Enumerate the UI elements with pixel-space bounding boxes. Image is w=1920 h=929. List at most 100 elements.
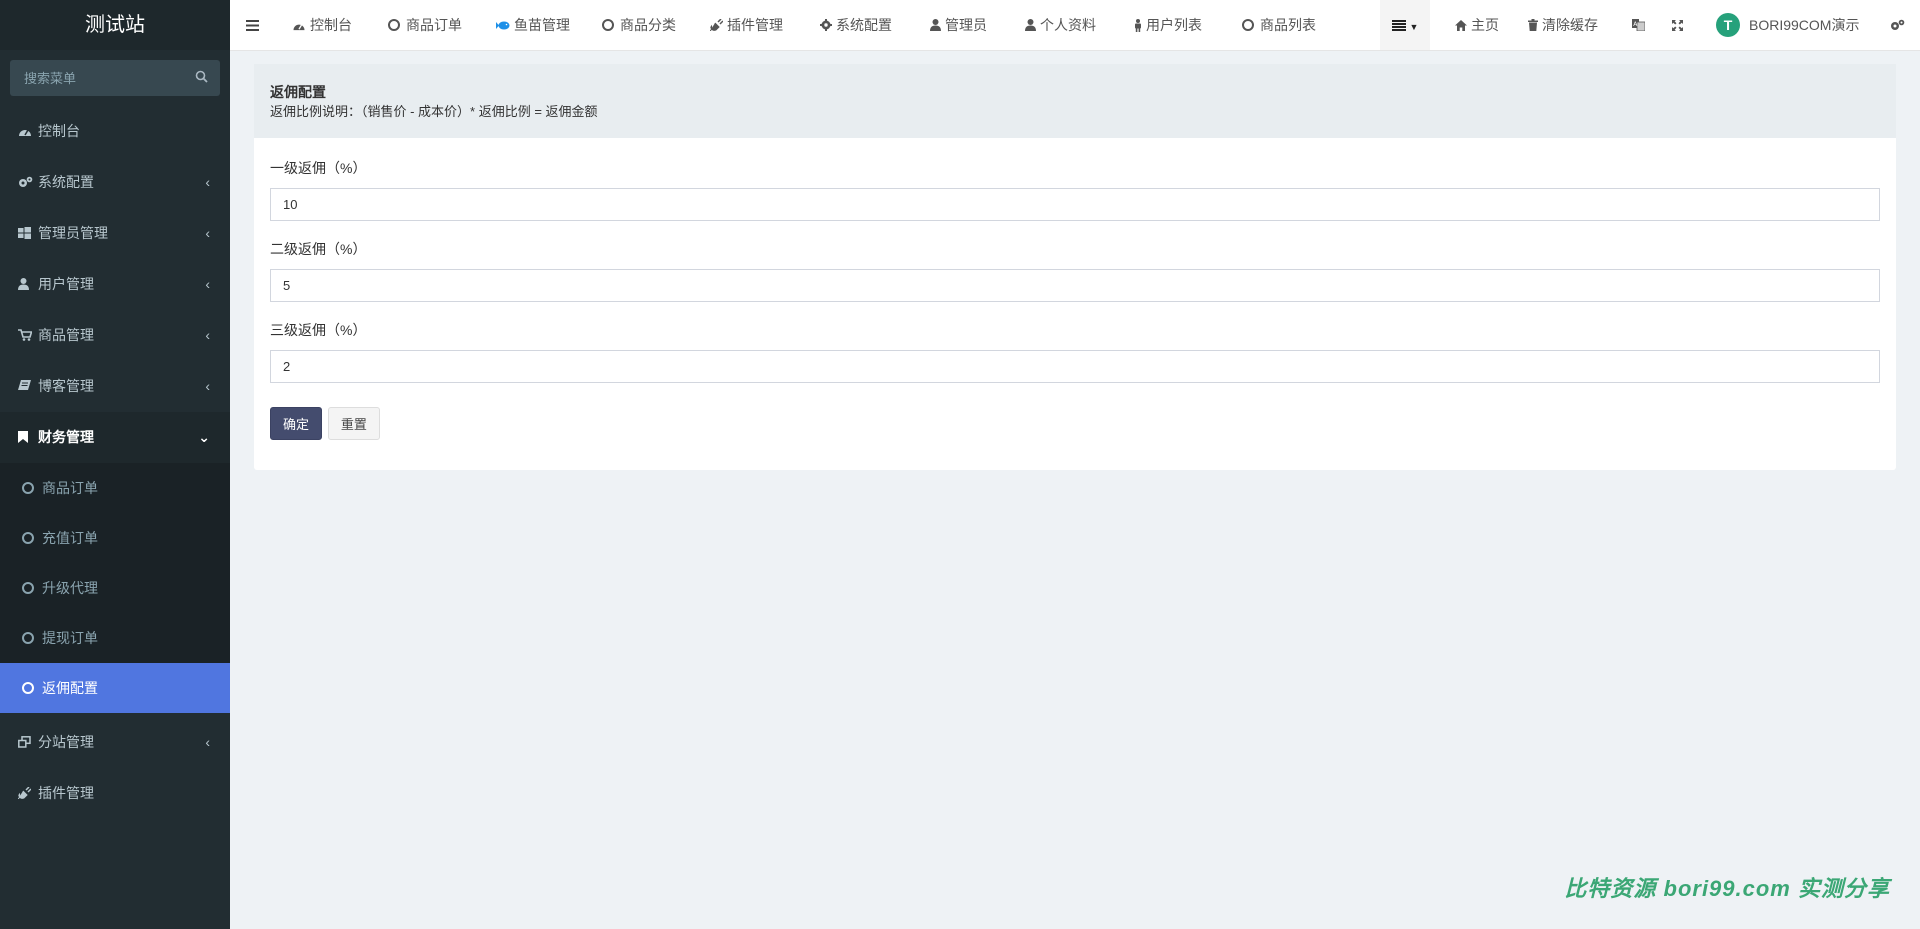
search-input[interactable] — [10, 60, 220, 96]
book-icon — [18, 362, 38, 413]
chevron-left-icon: ‹ — [205, 276, 210, 292]
circle-icon — [22, 532, 34, 545]
control-sidebar-button[interactable] — [1890, 0, 1909, 50]
level2-rebate-input[interactable] — [270, 269, 1880, 302]
search-icon[interactable] — [195, 70, 208, 86]
tab-label: 管理员 — [945, 17, 987, 33]
form-group-level3: 三级返佣（%） — [270, 320, 1880, 383]
form-group-level1: 一级返佣（%） — [270, 158, 1880, 221]
sidebar-item-label: 系统配置 — [38, 174, 94, 190]
user-menu[interactable]: T BORI99COM演示 — [1716, 0, 1859, 50]
dashboard-icon — [18, 107, 38, 158]
fullscreen-button[interactable] — [1672, 0, 1687, 50]
tab-plugin-manage[interactable]: 插件管理 — [709, 0, 783, 50]
tab-user-list[interactable]: 用户列表 — [1134, 0, 1202, 50]
main-content: 返佣配置 返佣比例说明：（销售价 - 成本价）* 返佣比例 = 返佣金额 一级返… — [254, 64, 1896, 470]
sidebar-item-finance-manage[interactable]: 财务管理 ⌄ — [0, 412, 230, 463]
tab-fish-manage[interactable]: 鱼苗管理 — [496, 0, 570, 50]
top-navbar: 控制台 商品订单 鱼苗管理 商品分类 插件管理 系统配置 管理员 个人资料 用户… — [230, 0, 1920, 51]
cart-icon — [18, 311, 38, 362]
sidebar-search — [0, 50, 230, 106]
caret-down-icon: ▼ — [1409, 22, 1419, 32]
clear-cache-button[interactable]: 清除缓存 — [1528, 0, 1598, 50]
tab-profile[interactable]: 个人资料 — [1025, 0, 1096, 50]
tab-label: 商品订单 — [406, 17, 462, 33]
sidebar-subitem-withdraw-orders[interactable]: 提现订单 — [0, 613, 230, 663]
chevron-left-icon: ‹ — [205, 225, 210, 241]
chevron-left-icon: ‹ — [205, 174, 210, 190]
tab-label: 商品列表 — [1260, 17, 1316, 33]
sidebar-toggle-button[interactable] — [246, 0, 263, 50]
sidebar-item-plugin-manage[interactable]: 插件管理 — [0, 768, 230, 819]
tab-goods-category[interactable]: 商品分类 — [602, 0, 676, 50]
translate-button[interactable]: A — [1632, 0, 1649, 50]
sidebar-item-dashboard[interactable]: 控制台 — [0, 106, 230, 157]
tab-dashboard[interactable]: 控制台 — [292, 0, 352, 50]
tab-goods-list[interactable]: 商品列表 — [1242, 0, 1316, 50]
hamburger-icon — [246, 17, 263, 33]
sidebar-subitem-goods-orders[interactable]: 商品订单 — [0, 463, 230, 513]
tab-admin[interactable]: 管理员 — [930, 0, 987, 50]
dashboard-icon — [293, 24, 305, 30]
tab-label: 个人资料 — [1040, 17, 1096, 33]
user-icon — [1025, 19, 1036, 32]
sidebar-item-substation-manage[interactable]: 分站管理 ‹ — [0, 717, 230, 768]
rebate-form: 一级返佣（%） 二级返佣（%） 三级返佣（%） 确定 重置 — [270, 158, 1880, 440]
sidebar-item-label: 商品管理 — [38, 327, 94, 343]
level2-label: 二级返佣（%） — [270, 241, 367, 257]
sidebar-subitem-label: 充值订单 — [42, 530, 98, 546]
gears-icon — [18, 158, 38, 209]
brand-title[interactable]: 测试站 — [0, 0, 230, 50]
reset-button[interactable]: 重置 — [327, 407, 380, 440]
chevron-down-icon: ⌄ — [198, 429, 210, 445]
level1-rebate-input[interactable] — [270, 188, 1880, 221]
clear-cache-label: 清除缓存 — [1542, 17, 1598, 33]
finance-submenu: 商品订单 充值订单 升级代理 提现订单 返佣配置 — [0, 463, 230, 713]
tab-label: 插件管理 — [727, 17, 783, 33]
tab-goods-orders[interactable]: 商品订单 — [388, 0, 462, 50]
tab-label: 系统配置 — [836, 17, 892, 33]
level3-rebate-input[interactable] — [270, 350, 1880, 383]
sidebar-item-system-config[interactable]: 系统配置 ‹ — [0, 157, 230, 208]
sidebar-item-label: 分站管理 — [38, 734, 94, 750]
chevron-left-icon: ‹ — [205, 734, 210, 750]
male-icon — [1135, 18, 1141, 32]
sidebar-item-label: 财务管理 — [38, 429, 94, 445]
chevron-left-icon: ‹ — [205, 327, 210, 343]
sidebar-subitem-upgrade-agent[interactable]: 升级代理 — [0, 563, 230, 613]
sidebar-subitem-recharge-orders[interactable]: 充值订单 — [0, 513, 230, 563]
sidebar-item-blog-manage[interactable]: 博客管理 ‹ — [0, 361, 230, 412]
circle-icon — [1242, 18, 1254, 31]
sidebar-item-label: 博客管理 — [38, 378, 94, 394]
panel-title: 返佣配置 — [270, 84, 326, 100]
sidebar-menu: 控制台 系统配置 ‹ 管理员管理 ‹ 用户管理 ‹ 商品管理 ‹ 博客管理 ‹ … — [0, 106, 230, 819]
tabs-dropdown-button[interactable]: ▼ — [1380, 0, 1430, 50]
rebate-config-panel: 返佣配置 返佣比例说明：（销售价 - 成本价）* 返佣比例 = 返佣金额 一级返… — [254, 64, 1896, 470]
sidebar-item-goods-manage[interactable]: 商品管理 ‹ — [0, 310, 230, 361]
tab-label: 控制台 — [310, 17, 352, 33]
confirm-button[interactable]: 确定 — [270, 407, 323, 440]
sidebar-subitem-label: 商品订单 — [42, 480, 98, 496]
trash-icon — [1528, 19, 1538, 32]
home-link[interactable]: 主页 — [1455, 0, 1499, 50]
finance-submenu-wrap: 商品订单 充值订单 升级代理 提现订单 返佣配置 — [0, 463, 230, 713]
gears-icon — [1891, 19, 1905, 31]
form-group-level2: 二级返佣（%） — [270, 239, 1880, 302]
panel-body: 一级返佣（%） 二级返佣（%） 三级返佣（%） 确定 重置 — [254, 138, 1896, 470]
panel-header: 返佣配置 返佣比例说明：（销售价 - 成本价）* 返佣比例 = 返佣金额 — [254, 64, 1896, 138]
gear-icon — [820, 19, 832, 32]
sidebar: 测试站 控制台 系统配置 ‹ 管理员管理 ‹ 用户管理 ‹ 商品管理 ‹ — [0, 0, 230, 929]
level3-label: 三级返佣（%） — [270, 322, 367, 338]
sidebar-subitem-rebate-config[interactable]: 返佣配置 — [0, 663, 230, 713]
sidebar-subitem-label: 返佣配置 — [42, 680, 98, 696]
chevron-left-icon: ‹ — [205, 378, 210, 394]
tab-system-config[interactable]: 系统配置 — [820, 0, 892, 50]
sidebar-item-admin-manage[interactable]: 管理员管理 ‹ — [0, 208, 230, 259]
sidebar-item-label: 控制台 — [38, 123, 80, 139]
sidebar-item-user-manage[interactable]: 用户管理 ‹ — [0, 259, 230, 310]
home-icon — [1455, 19, 1467, 31]
circle-icon — [22, 582, 34, 595]
form-actions: 确定 重置 — [270, 407, 1880, 440]
watermark-text: 比特资源 bori99.com 实测分享 — [1564, 876, 1890, 901]
tab-label: 鱼苗管理 — [514, 17, 570, 33]
